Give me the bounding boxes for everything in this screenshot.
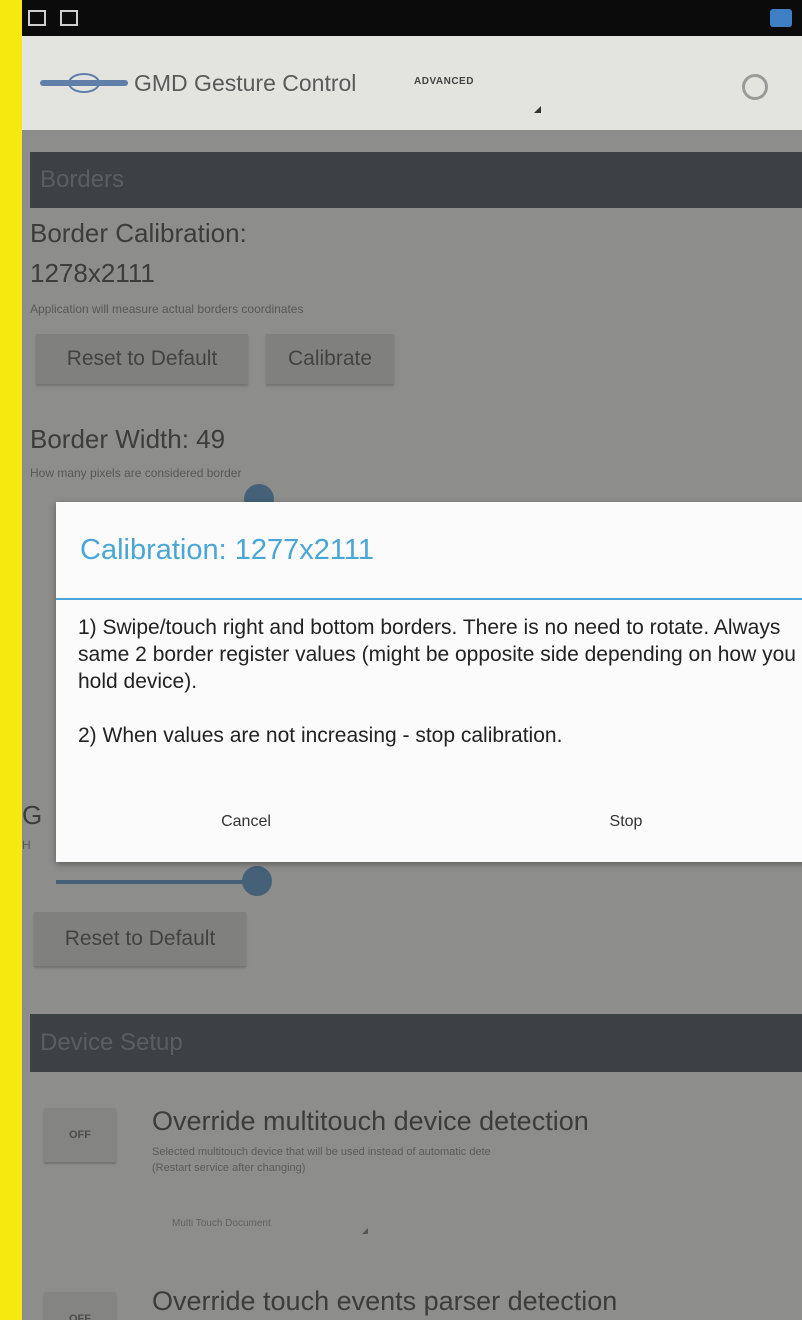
phone-icon: [60, 10, 78, 26]
app-title: GMD Gesture Control: [134, 70, 357, 96]
notification-icon: [28, 10, 46, 26]
dialog-instruction-2: 2) When values are not increasing - stop…: [78, 724, 563, 747]
gmd-logo-icon: [40, 73, 128, 93]
stop-button[interactable]: Stop: [436, 790, 802, 854]
spinner-arrow-icon: [534, 106, 541, 113]
wrench-icon[interactable]: [742, 74, 768, 100]
status-bar: [22, 0, 802, 36]
cancel-button[interactable]: Cancel: [56, 790, 436, 854]
dialog-title: Calibration: 1277x2111: [80, 534, 374, 566]
dialog-instruction-1: 1) Swipe/touch right and bottom borders.…: [78, 616, 796, 693]
mode-spinner[interactable]: ADVANCED: [414, 76, 474, 87]
calibration-dialog: Calibration: 1277x2111 1) Swipe/touch ri…: [56, 502, 802, 862]
dialog-title-divider: [56, 598, 802, 600]
action-bar: GMD Gesture Control ADVANCED: [22, 36, 802, 130]
dialog-message: 1) Swipe/touch right and bottom borders.…: [78, 614, 802, 749]
wifi-icon: [770, 9, 792, 27]
